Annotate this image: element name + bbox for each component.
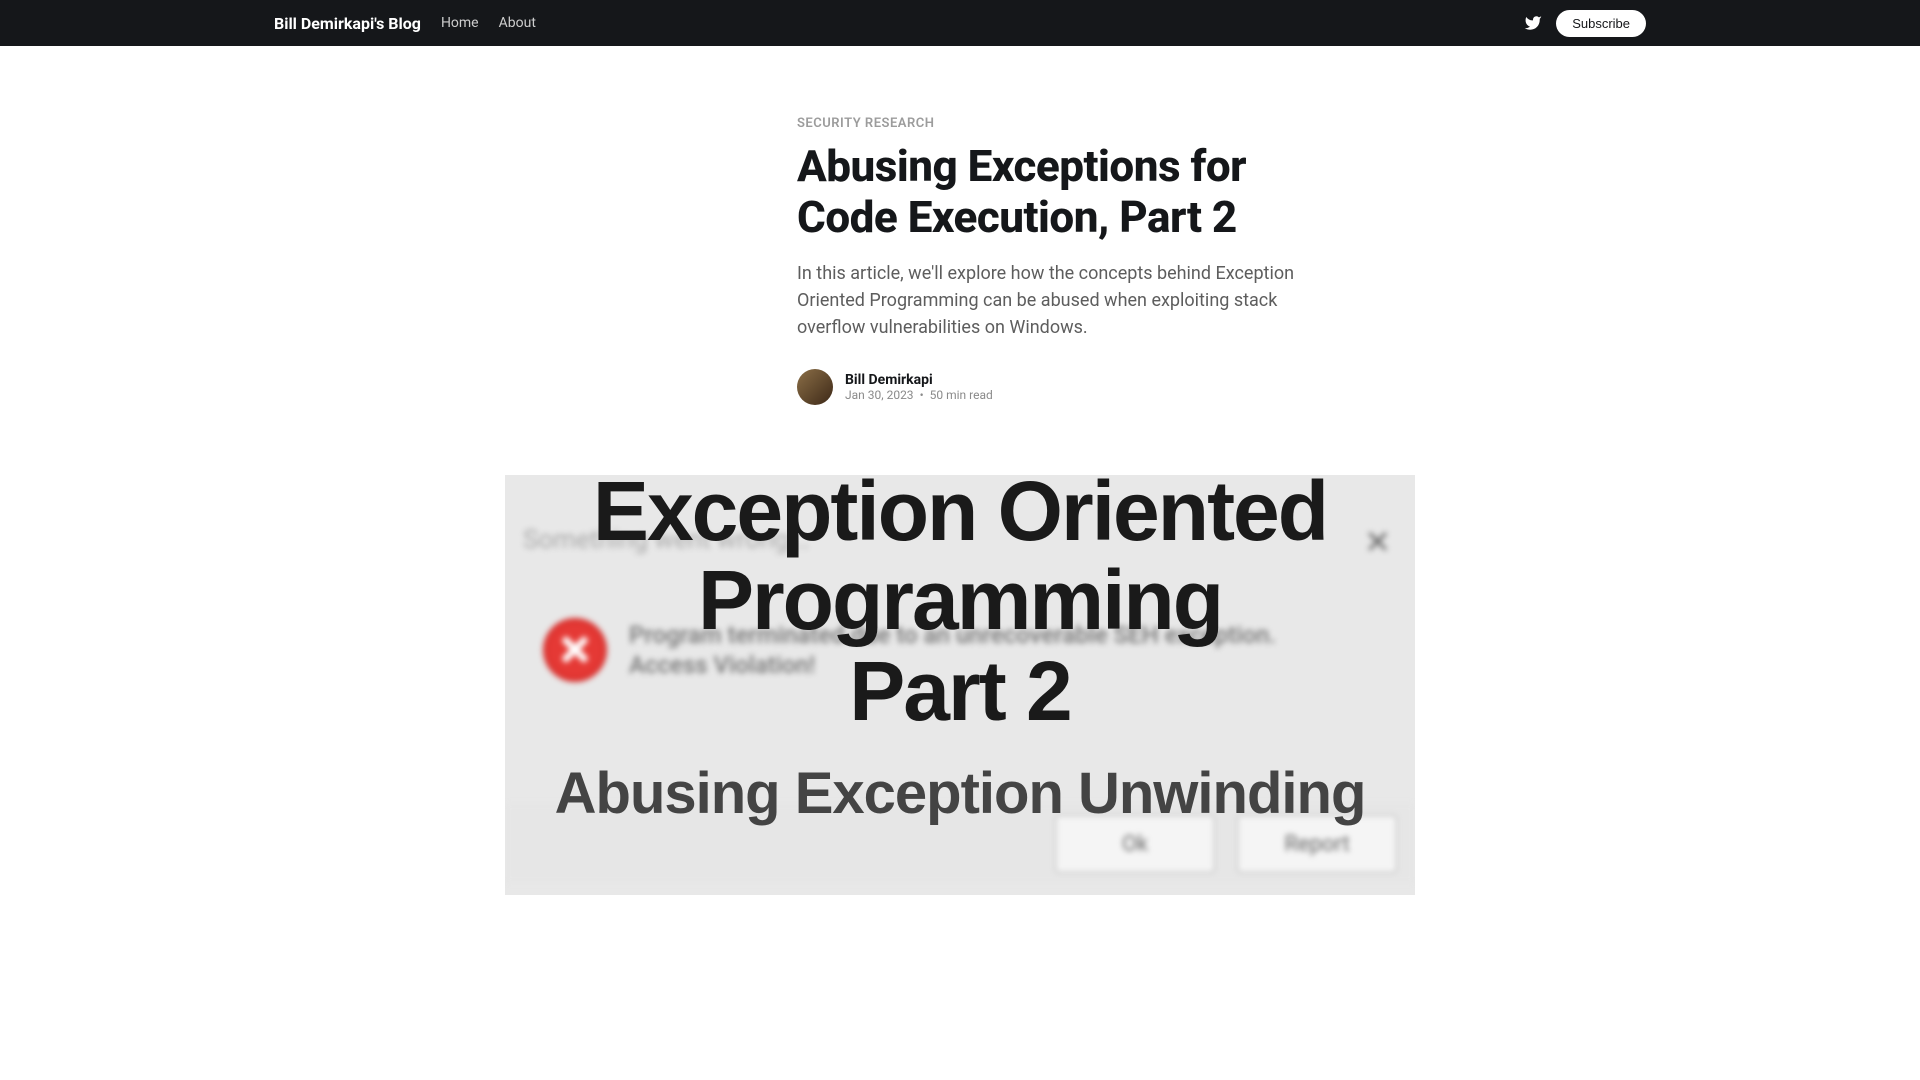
- site-header: Bill Demirkapi's Blog Home About Subscri…: [0, 0, 1920, 46]
- header-right-group: Subscribe: [1524, 10, 1646, 37]
- twitter-icon[interactable]: [1524, 14, 1542, 32]
- hero-title-overlay: Exception Oriented Programming Part 2 Ab…: [505, 475, 1415, 827]
- nav-link-home[interactable]: Home: [441, 15, 479, 31]
- author-section: Bill Demirkapi Jan 30, 2023 • 50 min rea…: [797, 369, 1305, 405]
- subscribe-button[interactable]: Subscribe: [1556, 10, 1646, 37]
- article-category[interactable]: SECURITY RESEARCH: [797, 116, 1305, 131]
- hero-subtitle: Abusing Exception Unwinding: [505, 760, 1415, 827]
- author-avatar[interactable]: [797, 369, 833, 405]
- article-title: Abusing Exceptions for Code Execution, P…: [797, 141, 1305, 242]
- article-read-time: 50 min read: [930, 388, 993, 402]
- article-meta: Jan 30, 2023 • 50 min read: [845, 388, 993, 402]
- hero-title-line-1: Exception Oriented: [505, 475, 1415, 560]
- site-logo[interactable]: Bill Demirkapi's Blog: [274, 14, 421, 33]
- author-name[interactable]: Bill Demirkapi: [845, 372, 993, 388]
- article-excerpt: In this article, we'll explore how the c…: [797, 260, 1305, 341]
- main-nav: Home About: [441, 15, 536, 31]
- author-info: Bill Demirkapi Jan 30, 2023 • 50 min rea…: [845, 372, 993, 402]
- article: SECURITY RESEARCH Abusing Exceptions for…: [595, 116, 1325, 405]
- meta-separator: •: [920, 388, 924, 402]
- hero-title-line-2: Programming: [505, 552, 1415, 649]
- article-date: Jan 30, 2023: [845, 388, 914, 402]
- hero-image: Something went wrong... ✕ Program termin…: [505, 475, 1415, 895]
- hero-title-line-3: Part 2: [505, 643, 1415, 740]
- nav-link-about[interactable]: About: [499, 15, 536, 31]
- header-left-group: Bill Demirkapi's Blog Home About: [24, 14, 536, 33]
